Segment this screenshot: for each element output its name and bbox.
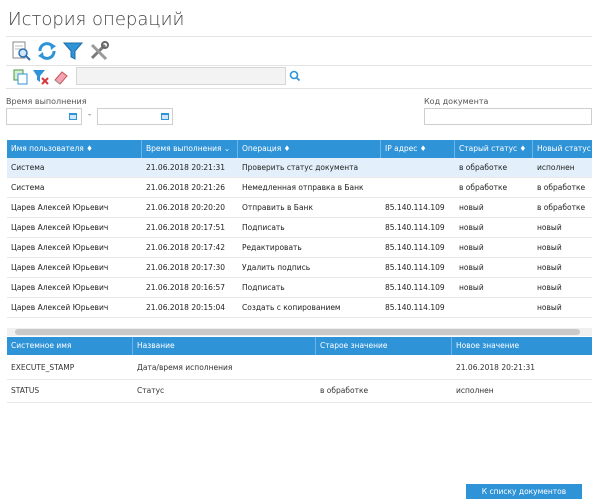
table-cell: 21.06.2018 20:20:20 bbox=[146, 203, 226, 212]
table-cell bbox=[316, 357, 456, 379]
table-cell bbox=[381, 178, 455, 197]
page-title: История операций bbox=[8, 9, 185, 30]
table-cell: 85.140.114.109 bbox=[385, 303, 445, 312]
table-row[interactable]: EXECUTE_STAMP Дата/время исполнения 21.06.… bbox=[7, 357, 592, 380]
table-cell: в обработке bbox=[459, 163, 508, 172]
table-cell: в обработке bbox=[537, 183, 586, 192]
table-cell: в обработке bbox=[537, 203, 586, 212]
table-cell: Редактировать bbox=[242, 243, 302, 252]
operations-header: Имя пользователя ♦ Время выполнения ⌄ Оп… bbox=[7, 140, 592, 158]
table-cell: новый bbox=[459, 243, 484, 252]
col-ip[interactable]: IP адрес ♦ bbox=[381, 140, 455, 158]
table-cell: Царев Алексей Юрьевич bbox=[11, 203, 109, 212]
table-cell: Подписать bbox=[242, 283, 285, 292]
table-cell: в обработке bbox=[320, 386, 369, 395]
table-cell: 21.06.2018 20:16:57 bbox=[146, 283, 226, 292]
table-cell: 21.06.2018 20:17:51 bbox=[146, 223, 226, 232]
table-cell: 21.06.2018 20:15:04 bbox=[146, 303, 226, 312]
table-cell: новый bbox=[537, 223, 562, 232]
refresh-icon[interactable] bbox=[36, 40, 58, 62]
col-new-value[interactable]: Новое значение bbox=[452, 337, 592, 355]
table-cell: новый bbox=[537, 283, 562, 292]
table-cell: Подписать bbox=[242, 223, 285, 232]
table-cell: Система bbox=[11, 163, 45, 172]
view-document-icon[interactable] bbox=[10, 40, 32, 62]
table-row[interactable]: Царев Алексей Юрьевич 21.06.2018 20:20:20… bbox=[7, 198, 592, 218]
table-cell: в обработке bbox=[459, 183, 508, 192]
table-cell: Создать с копированием bbox=[242, 303, 341, 312]
col-old-status[interactable]: Старый статус ♦ bbox=[455, 140, 533, 158]
table-row[interactable]: Царев Алексей Юрьевич 21.06.2018 20:17:51… bbox=[7, 218, 592, 238]
calendar-icon[interactable] bbox=[68, 111, 78, 121]
table-row[interactable]: Царев Алексей Юрьевич 21.06.2018 20:17:42… bbox=[7, 238, 592, 258]
search-input[interactable] bbox=[76, 67, 286, 85]
filter-clear-icon[interactable] bbox=[32, 68, 50, 86]
table-cell: 85.140.114.109 bbox=[385, 223, 445, 232]
table-cell: исполнен bbox=[537, 163, 575, 172]
table-row[interactable]: STATUS Статус в обработке исполнен bbox=[7, 380, 592, 403]
table-cell: исполнен bbox=[456, 386, 494, 395]
table-cell: Дата/время исполнения bbox=[137, 363, 233, 372]
table-row[interactable]: Царев Алексей Юрьевич 21.06.2018 20:17:30… bbox=[7, 258, 592, 278]
col-new-status[interactable]: Новый статус bbox=[533, 140, 592, 158]
filter-icon[interactable] bbox=[62, 40, 84, 62]
col-system-name[interactable]: Системное имя bbox=[7, 337, 133, 355]
table-cell: 85.140.114.109 bbox=[385, 263, 445, 272]
details-header: Системное имя Название Старое значение Н… bbox=[7, 337, 592, 355]
table-cell: Отправить в Банк bbox=[242, 203, 313, 212]
table-row[interactable]: Царев Алексей Юрьевич 21.06.2018 20:16:57… bbox=[7, 278, 592, 298]
table-cell: Царев Алексей Юрьевич bbox=[11, 223, 109, 232]
table-cell bbox=[381, 158, 455, 177]
horizontal-scrollbar[interactable] bbox=[7, 328, 592, 336]
range-dash: - bbox=[88, 110, 92, 120]
table-cell: STATUS bbox=[11, 386, 40, 395]
table-cell: 21.06.2018 20:21:31 bbox=[456, 363, 536, 372]
table-cell: Немедленная отправка в Банк bbox=[242, 183, 364, 192]
doc-code-input[interactable] bbox=[424, 108, 592, 125]
table-cell: 21.06.2018 20:21:31 bbox=[146, 163, 226, 172]
table-cell: 85.140.114.109 bbox=[385, 283, 445, 292]
table-cell: Система bbox=[11, 183, 45, 192]
secondary-toolbar bbox=[6, 66, 592, 89]
table-cell: Царев Алексей Юрьевич bbox=[11, 243, 109, 252]
calendar-icon[interactable] bbox=[160, 111, 170, 121]
doc-code-label: Код документа bbox=[424, 97, 489, 106]
table-cell: 21.06.2018 20:17:30 bbox=[146, 263, 226, 272]
table-cell: 21.06.2018 20:17:42 bbox=[146, 243, 226, 252]
col-name[interactable]: Название bbox=[133, 337, 316, 355]
back-to-documents-button[interactable]: К списку документов bbox=[466, 484, 582, 499]
table-row[interactable]: Система 21.06.2018 20:21:31 Проверить стат… bbox=[7, 158, 592, 178]
exec-time-label: Время выполнения bbox=[6, 97, 87, 106]
table-cell: 85.140.114.109 bbox=[385, 203, 445, 212]
table-cell: Царев Алексей Юрьевич bbox=[11, 263, 109, 272]
table-cell: новый bbox=[459, 283, 484, 292]
copy-icon[interactable] bbox=[12, 68, 30, 86]
table-cell: Удалить подпись bbox=[242, 263, 311, 272]
col-old-value[interactable]: Старое значение bbox=[316, 337, 452, 355]
col-user[interactable]: Имя пользователя ♦ bbox=[7, 140, 142, 158]
table-cell: Проверить статус документа bbox=[242, 163, 359, 172]
table-cell: новый bbox=[459, 223, 484, 232]
table-cell: новый bbox=[459, 203, 484, 212]
table-cell: 85.140.114.109 bbox=[385, 243, 445, 252]
table-row[interactable]: Царев Алексей Юрьевич 21.06.2018 20:15:04… bbox=[7, 298, 592, 318]
scrollbar-thumb[interactable] bbox=[15, 329, 580, 335]
table-cell: Статус bbox=[137, 386, 165, 395]
tools-icon[interactable] bbox=[88, 40, 110, 62]
main-toolbar bbox=[6, 36, 592, 66]
table-cell bbox=[455, 298, 533, 317]
col-time[interactable]: Время выполнения ⌄ bbox=[142, 140, 238, 158]
table-cell: новый bbox=[537, 263, 562, 272]
col-operation[interactable]: Операция ♦ bbox=[238, 140, 381, 158]
table-cell: EXECUTE_STAMP bbox=[11, 363, 75, 372]
table-cell: Царев Алексей Юрьевич bbox=[11, 303, 109, 312]
table-cell: 21.06.2018 20:21:26 bbox=[146, 183, 226, 192]
search-icon[interactable] bbox=[288, 68, 302, 84]
table-cell: Царев Алексей Юрьевич bbox=[11, 283, 109, 292]
table-cell: новый bbox=[537, 243, 562, 252]
eraser-icon[interactable] bbox=[52, 68, 70, 86]
table-cell: новый bbox=[459, 263, 484, 272]
table-cell: новый bbox=[537, 303, 562, 312]
table-row[interactable]: Система 21.06.2018 20:21:26 Немедленная от… bbox=[7, 178, 592, 198]
